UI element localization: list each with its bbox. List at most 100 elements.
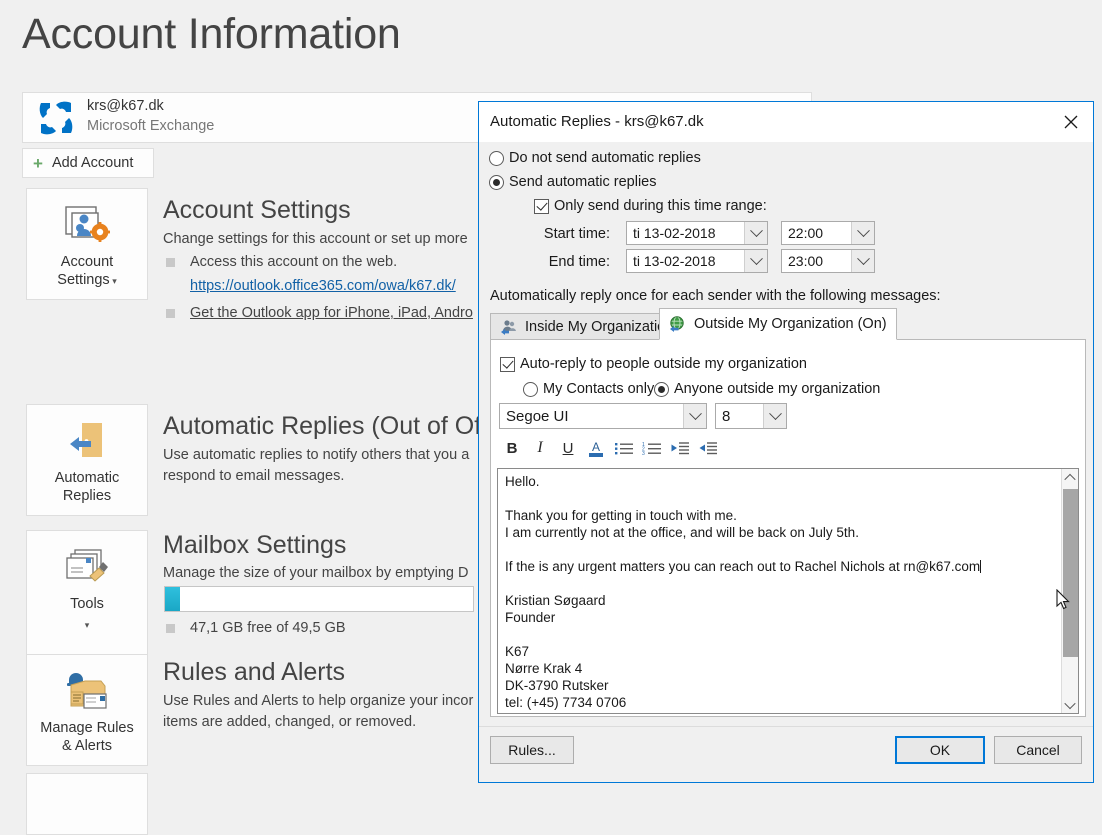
radio-send-automatic-replies[interactable]	[489, 174, 504, 190]
tab-outside-label: Outside My Organization (On)	[694, 316, 887, 332]
chevron-down-icon[interactable]	[744, 222, 767, 244]
checkbox-only-send-time-range[interactable]	[534, 198, 549, 214]
italic-icon[interactable]: I	[526, 435, 554, 461]
bullet-access-web: Access this account on the web.	[166, 252, 397, 272]
radio-my-contacts-row[interactable]: My Contacts only	[523, 381, 654, 397]
chevron-down-icon[interactable]	[851, 222, 874, 244]
radio-send-label: Send automatic replies	[509, 174, 657, 190]
tile-label: Manage Rules & Alerts	[40, 719, 134, 755]
font-color-icon[interactable]: A	[582, 435, 610, 461]
outlook-app-link[interactable]: Get the Outlook app for iPhone, iPad, An…	[190, 303, 473, 323]
message-body: Hello. Thank you for getting in touch wi…	[505, 474, 981, 574]
end-date-value: ti 13-02-2018	[633, 253, 716, 269]
bold-icon[interactable]: B	[498, 435, 526, 461]
radio-my-contacts-only[interactable]	[523, 381, 538, 397]
owa-link[interactable]: https://outlook.office365.com/owa/k67.dk…	[190, 278, 456, 294]
out-of-office-door-icon	[64, 417, 110, 467]
square-bullet-icon	[166, 258, 175, 267]
tile-account-settings[interactable]: Account Settings ▾	[26, 188, 148, 300]
decrease-indent-icon[interactable]	[666, 435, 694, 461]
dialog-title: Automatic Replies - krs@k67.dk	[490, 113, 704, 130]
tile-automatic-replies[interactable]: Automatic Replies	[26, 404, 148, 516]
section-title-rules-alerts: Rules and Alerts	[163, 658, 346, 686]
tile-next-partial[interactable]	[26, 773, 148, 835]
checkbox-auto-reply-outside[interactable]	[500, 356, 515, 372]
mailbox-storage-progress-fill	[165, 587, 181, 611]
bullet-text: Access this account on the web.	[190, 254, 398, 270]
radio-send-row[interactable]: Send automatic replies	[489, 174, 657, 190]
increase-indent-icon[interactable]	[694, 435, 722, 461]
message-editor[interactable]: Hello. Thank you for getting in touch wi…	[497, 468, 1079, 714]
storage-text: 47,1 GB free of 49,5 GB	[190, 620, 346, 636]
font-family-combobox[interactable]: Segoe UI	[499, 403, 707, 429]
chevron-down-icon[interactable]	[683, 404, 706, 428]
rules-button[interactable]: Rules...	[490, 736, 574, 764]
font-size-combobox[interactable]: 8	[715, 403, 787, 429]
scroll-up-icon[interactable]	[1062, 469, 1078, 486]
tile-label-line1: Manage Rules	[40, 720, 134, 736]
start-date-combobox[interactable]: ti 13-02-2018	[626, 221, 768, 245]
ok-button[interactable]: OK	[895, 736, 985, 764]
bullet-storage: 47,1 GB free of 49,5 GB	[166, 618, 346, 638]
plus-icon: +	[33, 153, 43, 173]
checkbox-time-range-row[interactable]: Only send during this time range:	[534, 198, 767, 214]
section-desc-rules-alerts-2: items are added, changed, or removed.	[163, 714, 417, 730]
end-clock-combobox[interactable]: 23:00	[781, 249, 875, 273]
tab-inside-my-organization[interactable]: Inside My Organization	[490, 313, 684, 340]
section-desc-automatic-replies-2: respond to email messages.	[163, 468, 345, 484]
font-family-value: Segoe UI	[506, 407, 569, 425]
tile-label: Automatic Replies	[55, 469, 119, 505]
cancel-button[interactable]: Cancel	[994, 736, 1082, 764]
owa-link-wrapper[interactable]: https://outlook.office365.com/owa/k67.dk…	[190, 277, 456, 295]
end-date-combobox[interactable]: ti 13-02-2018	[626, 249, 768, 273]
tile-label-line2: & Alerts	[62, 738, 112, 754]
tile-label-line1: Automatic	[54, 470, 120, 486]
bullet-outlook-app[interactable]: Get the Outlook app for iPhone, iPad, An…	[166, 303, 473, 323]
tabstrip: Inside My Organization Outside My Organi…	[490, 308, 1086, 340]
account-type: Microsoft Exchange	[87, 118, 215, 134]
chevron-down-icon[interactable]	[744, 250, 767, 272]
dialog-titlebar: Automatic Replies - krs@k67.dk	[479, 102, 1093, 142]
tile-label-line1: Tools	[70, 596, 104, 612]
tab-outside-my-organization[interactable]: Outside My Organization (On)	[659, 308, 897, 340]
start-clock-value: 22:00	[788, 225, 824, 241]
chevron-down-icon: ▾	[109, 276, 117, 286]
checkbox-auto-reply-row[interactable]: Auto-reply to people outside my organiza…	[500, 356, 807, 372]
chevron-down-icon[interactable]	[763, 404, 786, 428]
checkbox-time-range-label: Only send during this time range:	[554, 198, 767, 214]
message-editor-text: Hello. Thank you for getting in touch wi…	[505, 473, 1045, 711]
start-clock-combobox[interactable]: 22:00	[781, 221, 875, 245]
radio-anyone-outside[interactable]	[654, 381, 669, 397]
section-title-account-settings: Account Settings	[163, 196, 351, 224]
scroll-down-icon[interactable]	[1062, 696, 1078, 713]
radio-do-not-send[interactable]	[489, 150, 504, 166]
tile-tools[interactable]: Tools ▾	[26, 530, 148, 660]
chevron-down-icon[interactable]	[851, 250, 874, 272]
radio-anyone-row[interactable]: Anyone outside my organization	[654, 381, 880, 397]
exchange-logo-icon	[39, 101, 73, 135]
scrollbar-thumb[interactable]	[1063, 489, 1078, 657]
font-size-value: 8	[722, 407, 731, 425]
numbered-list-icon[interactable]: 123	[638, 435, 666, 461]
chevron-down-icon: ▾	[84, 620, 90, 630]
tile-manage-rules-alerts[interactable]: Manage Rules & Alerts	[26, 654, 148, 766]
mailbox-cleanup-tools-icon	[63, 543, 111, 593]
checkbox-auto-reply-label: Auto-reply to people outside my organiza…	[520, 356, 807, 372]
radio-anyone-label: Anyone outside my organization	[674, 381, 881, 397]
close-icon[interactable]	[1048, 102, 1093, 141]
underline-icon[interactable]: U	[554, 435, 582, 461]
svg-text:A: A	[592, 440, 600, 454]
section-desc-account-settings: Change settings for this account or set …	[163, 231, 468, 247]
formatting-toolbar: B I U A 123	[498, 434, 728, 462]
end-clock-value: 23:00	[788, 253, 824, 269]
square-bullet-icon	[166, 624, 175, 633]
svg-text:3: 3	[642, 451, 645, 456]
radio-do-not-send-row[interactable]: Do not send automatic replies	[489, 150, 701, 166]
people-reply-icon	[501, 319, 516, 335]
tile-label-line1: Account	[60, 254, 114, 270]
bulleted-list-icon[interactable]	[610, 435, 638, 461]
tile-label: Tools ▾	[70, 595, 104, 630]
add-account-button[interactable]: + Add Account	[22, 148, 154, 178]
editor-scrollbar[interactable]	[1061, 469, 1078, 713]
section-desc-mailbox-settings: Manage the size of your mailbox by empty…	[163, 565, 469, 581]
